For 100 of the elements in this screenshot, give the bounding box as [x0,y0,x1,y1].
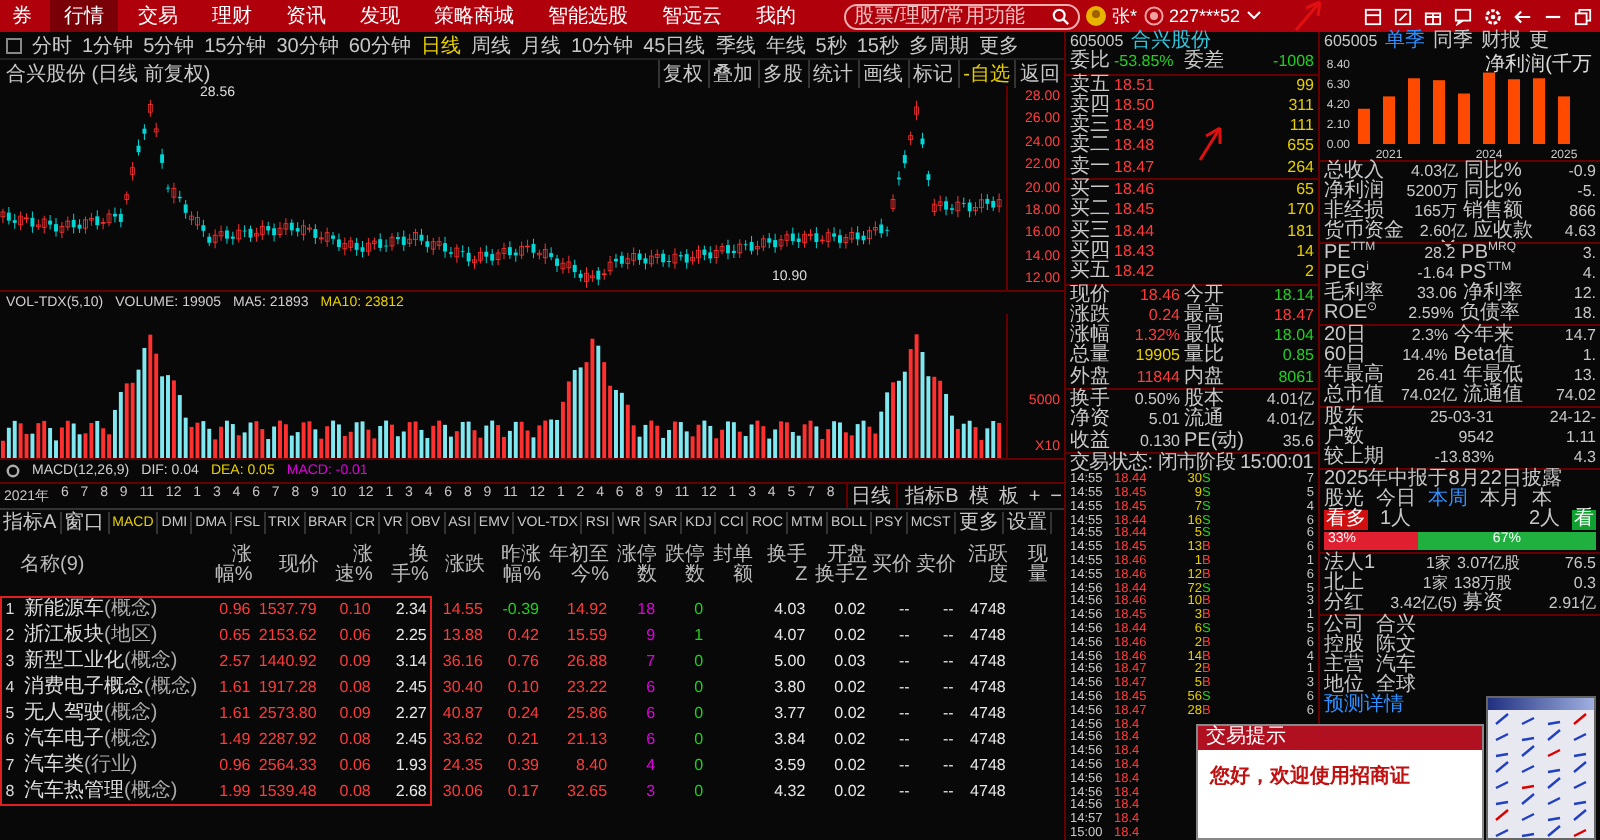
column-header[interactable]: 涨幅% [202,536,257,596]
row-number: 1 [3,597,17,621]
sector-name[interactable]: 新型工业化(概念) [20,648,203,674]
column-header[interactable]: 现量 [1011,536,1052,596]
period-tab[interactable]: 日线 [421,31,461,59]
chart-tool-button[interactable]: 返回 [1014,59,1064,87]
column-header[interactable]: 卖价 [915,536,960,596]
panel-control-button[interactable]: 板 [996,482,1021,510]
chart-tool-button[interactable]: 画线 [857,59,908,87]
period-tab[interactable]: 本周 [1428,490,1468,510]
column-header[interactable]: 年初至今% [544,536,614,596]
menu-tab[interactable]: 发现 [346,0,414,32]
chart-tool-button[interactable]: 多股 [757,59,808,87]
period-tab[interactable]: 本 [1532,490,1552,510]
menu-tab[interactable]: 智远云 [648,0,736,32]
column-header[interactable]: 买价 [871,536,916,596]
report-tab[interactable]: 同季 [1433,32,1474,52]
chart-tool-button[interactable]: 叠加 [707,59,758,87]
period-tab[interactable]: 1分钟 [82,31,134,59]
indicator-tab[interactable]: 设置 [1003,512,1052,534]
column-header[interactable]: 涨跌 [432,536,489,596]
field-value: 0.3 [1571,574,1596,594]
panel-control-button[interactable]: + [1026,485,1043,507]
column-header[interactable]: 开盘换手Z [811,536,872,596]
period-tab[interactable]: 更多 [978,31,1019,59]
menu-tab[interactable]: 交易 [124,0,192,32]
message-icon[interactable] [1454,7,1472,25]
field-value: -1008 [1271,52,1314,74]
column-header[interactable]: 现价 [256,536,323,596]
period-tab[interactable]: 年线 [765,31,806,59]
period-tab[interactable]: 分时 [32,31,72,59]
restore-icon[interactable] [1574,7,1592,25]
sector-name[interactable]: 汽车热管理(概念) [20,778,203,804]
table-cell-text: 0.96 [217,753,253,777]
avatar-icon[interactable] [1086,6,1106,26]
menu-tab[interactable]: 智能选股 [534,0,642,32]
period-tab[interactable]: 60分钟 [348,31,411,59]
chevron-down-icon[interactable] [1246,10,1263,22]
menu-tab[interactable]: 资讯 [272,0,340,32]
period-tab[interactable]: 本月 [1480,490,1520,510]
period-tab[interactable]: 10分钟 [571,31,634,59]
search-field[interactable]: 股票/理财/常用功能 [844,3,1080,29]
column-header[interactable]: 换手Z [757,536,812,596]
period-tab[interactable]: 45日线 [643,31,706,59]
gift-icon[interactable] [1424,7,1442,25]
period-tab[interactable]: 5分钟 [143,31,195,59]
menu-tab[interactable]: 理财 [198,0,266,32]
indicator-tab[interactable]: 窗口 [61,512,110,534]
period-tab[interactable]: 30分钟 [276,31,339,59]
expand-chevron-icon[interactable] [1440,238,1456,248]
menu-tab[interactable]: 我的 [742,0,810,32]
column-header[interactable]: 封单额 [709,536,758,596]
period-tab[interactable]: 周线 [471,31,511,59]
sector-name[interactable]: 无人驾驶(概念) [20,700,203,726]
column-header[interactable]: 涨停数 [613,536,662,596]
period-tab[interactable]: 5秒 [815,31,847,59]
period-tab[interactable]: 15秒 [856,31,899,59]
panel-toggle-icon[interactable] [6,37,22,53]
sector-name[interactable]: 汽车类(行业) [20,752,203,778]
column-header[interactable]: 换手% [376,536,433,596]
indicator-tab[interactable]: 更多 [955,512,1004,534]
chart-tool-button[interactable]: 统计 [807,59,858,87]
period-tab[interactable]: 月线 [521,31,561,59]
sector-name[interactable]: 新能源车(概念) [20,596,203,622]
report-tab[interactable]: 更 [1529,32,1550,52]
chart-tool-button[interactable]: -自选 [957,59,1014,87]
report-tab[interactable]: 单季 [1385,32,1426,52]
chart-tool-button[interactable]: 复权 [657,59,708,87]
back-icon[interactable] [1514,7,1532,25]
panel-control-button[interactable]: − [1048,485,1064,507]
column-header[interactable]: 跌停数 [661,536,710,596]
window-icon[interactable] [1364,7,1382,25]
settings-icon[interactable] [1484,7,1502,25]
chart-tool-button[interactable]: 标记 [907,59,958,87]
search-icon[interactable] [1052,7,1070,25]
field-value: 汽车 [1376,656,1416,676]
table-cell-text: 4748 [968,675,1008,699]
menu-tab[interactable]: 行情 [50,0,118,32]
column-header[interactable]: 昨涨幅% [488,536,545,596]
forecast-link[interactable]: 预测详情 [1324,694,1404,716]
sector-name[interactable]: 消费电子概念(概念) [20,674,203,700]
period-tab[interactable]: 季线 [715,31,756,59]
sector-name[interactable]: 汽车电子(概念) [20,726,203,752]
period-tab[interactable]: 15分钟 [204,31,267,59]
column-header[interactable]: 活跃度 [959,536,1012,596]
column-header[interactable]: 名称(9) [20,536,203,596]
panel-control-button[interactable]: 指标B [903,482,961,510]
sector-name[interactable]: 浙江板块(地区) [20,622,203,648]
report-tab[interactable]: 财报 [1481,32,1522,52]
table-cell-text: 3.80 [772,675,808,699]
field-label: 净资 [1070,410,1110,431]
panel-control-button[interactable]: 模 [966,482,991,510]
indicator-tab[interactable]: 指标A [0,512,62,534]
edit-icon[interactable] [1394,7,1412,25]
menu-tab[interactable]: 策略商城 [420,0,528,32]
period-tab[interactable]: 今日 [1376,490,1416,510]
gear-icon[interactable] [6,464,20,478]
period-tab[interactable]: 多周期 [908,31,969,59]
table-cell-text: 0.02 [832,753,868,777]
column-header[interactable]: 涨速% [322,536,377,596]
